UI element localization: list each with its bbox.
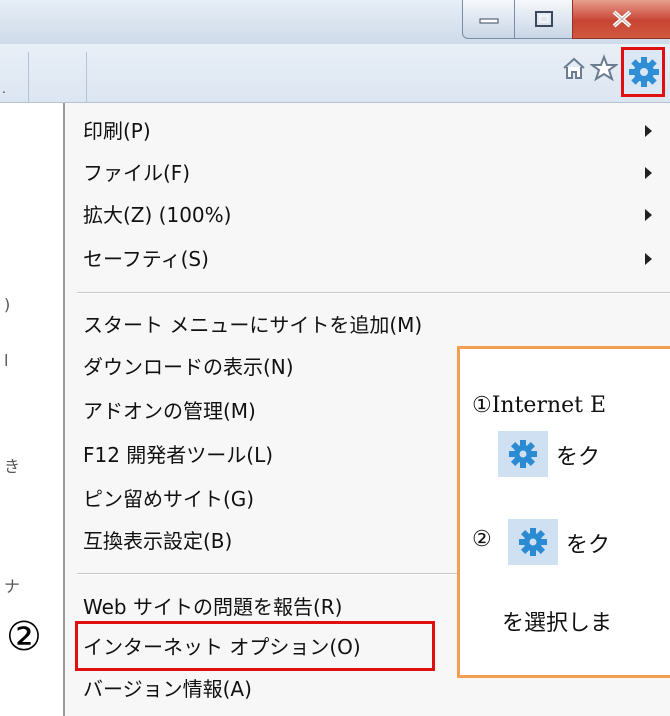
- submenu-arrow-icon: [645, 253, 652, 265]
- callout-line-4: を選択しま: [502, 611, 613, 636]
- title-bar: [0, 0, 670, 44]
- menu-item-view-downloads[interactable]: ダウンロードの表示(N): [83, 347, 294, 387]
- callout-line-1: ①Internet E: [472, 393, 607, 418]
- submenu-arrow-icon: [645, 125, 652, 137]
- close-button[interactable]: [572, 0, 670, 39]
- menu-separator: [77, 292, 670, 294]
- tab-stub[interactable]: .: [0, 52, 29, 102]
- maximize-button[interactable]: [514, 0, 574, 39]
- menu-item-compat-view[interactable]: 互換表示設定(B): [83, 521, 232, 561]
- submenu-arrow-icon: [645, 167, 652, 179]
- gear-icon: [509, 440, 537, 468]
- callout-line-3: をク: [566, 533, 611, 558]
- menu-item-f12-dev-tools[interactable]: F12 開発者ツール(L): [83, 435, 273, 475]
- minimize-button[interactable]: [462, 0, 516, 39]
- close-icon: [612, 10, 632, 28]
- gear-icon: [629, 57, 659, 87]
- menu-item-add-site-to-start[interactable]: スタート メニューにサイトを追加(M): [83, 305, 422, 345]
- callout-step-2-marker: ②: [472, 527, 492, 552]
- home-icon[interactable]: [560, 54, 588, 82]
- menu-item-zoom[interactable]: 拡大(Z) (100%): [83, 195, 231, 235]
- gear-icon: [519, 528, 547, 556]
- highlight-box: [75, 621, 435, 671]
- menu-item-print[interactable]: 印刷(P): [83, 111, 151, 151]
- minimize-icon: [479, 18, 499, 24]
- browser-toolbar: .: [0, 44, 670, 103]
- callout-line-2: をク: [556, 445, 601, 470]
- gear-chip: [508, 519, 558, 565]
- menu-item-about[interactable]: バージョン情報(A): [83, 669, 252, 709]
- menu-item-file[interactable]: ファイル(F): [83, 153, 190, 193]
- menu-item-pinned-sites[interactable]: ピン留めサイト(G): [83, 479, 254, 519]
- star-icon[interactable]: [590, 54, 618, 82]
- tab-stub[interactable]: [28, 52, 87, 102]
- menu-item-safety[interactable]: セーフティ(S): [83, 239, 209, 279]
- gear-chip: [498, 431, 548, 477]
- submenu-arrow-icon: [645, 209, 652, 221]
- maximize-icon: [535, 11, 553, 27]
- instruction-callout: ①Internet E をク ② をク を選択しま: [457, 346, 670, 678]
- step-marker: ②: [6, 614, 42, 660]
- tools-button[interactable]: [621, 47, 665, 97]
- menu-item-manage-addons[interactable]: アドオンの管理(M): [83, 391, 256, 431]
